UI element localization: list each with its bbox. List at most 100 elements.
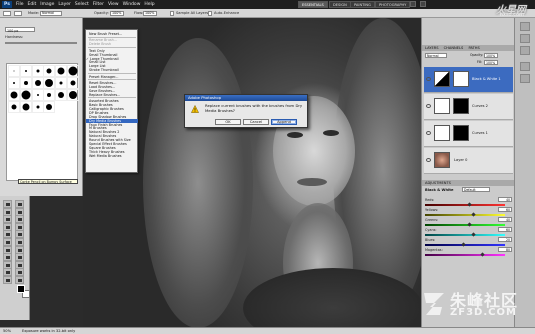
eye-icon[interactable] [426, 131, 431, 135]
adjustment-slider-row: Yellows: 60 [425, 207, 512, 217]
slider-track[interactable] [425, 204, 505, 206]
workspace-essentials[interactable]: ESSENTIALS [298, 1, 328, 8]
adjustments-panel-tab[interactable]: ADJUSTMENTS [422, 180, 515, 186]
layer-name: Curves 1 [472, 131, 488, 135]
options-bar: Mode: Normal Opacity: 100% Flow: 100% Sa… [0, 9, 535, 18]
hand-tool-icon[interactable] [3, 276, 12, 284]
brush-preset[interactable] [31, 65, 44, 77]
brush-preset[interactable] [19, 89, 32, 101]
brush-preset[interactable] [31, 101, 44, 113]
workspace-more-icon[interactable] [410, 1, 416, 7]
menu-help[interactable]: Help [144, 2, 154, 7]
brush-preset[interactable] [8, 101, 20, 113]
zoom-tool-icon[interactable] [15, 276, 24, 284]
layer-row[interactable]: Curves 1 [424, 121, 513, 147]
slider-track[interactable] [425, 254, 505, 256]
menu-item[interactable]: New Brush Preset... [89, 32, 122, 36]
brush-preset[interactable] [8, 77, 20, 89]
layer-blend-mode-select[interactable]: Normal [425, 53, 447, 58]
cs-live-icon[interactable] [420, 1, 426, 7]
brush-preset[interactable] [67, 77, 79, 89]
slider-track[interactable] [425, 214, 505, 216]
ok-button[interactable]: OK [215, 119, 241, 125]
menu-filter[interactable]: Filter [93, 2, 104, 7]
flow-input[interactable]: 100% [143, 11, 157, 16]
layer-row[interactable]: Curves 2 [424, 94, 513, 120]
slider-label: Greens: [425, 218, 439, 222]
brush-preset[interactable] [19, 77, 32, 89]
menu-item[interactable]: Stroke Thumbnail [89, 68, 119, 72]
tool-preset-picker[interactable] [3, 11, 11, 16]
eye-icon[interactable] [426, 158, 431, 162]
slider-value-input[interactable]: 80 [498, 247, 512, 252]
cancel-button[interactable]: Cancel [243, 119, 269, 125]
brush-preset[interactable] [55, 65, 68, 77]
brush-preset[interactable] [43, 101, 56, 113]
curves-thumbnail [434, 125, 450, 141]
layer-fill-input[interactable]: 100% [484, 60, 498, 65]
brush-preset-picker[interactable] [14, 11, 22, 16]
foreground-color-swatch[interactable] [17, 285, 25, 293]
styles-panel-icon[interactable] [520, 46, 530, 55]
menu-item[interactable]: Replace Brushes... [89, 93, 120, 97]
tab-paths[interactable]: PATHS [468, 46, 479, 50]
eye-icon[interactable] [426, 77, 431, 81]
menu-layer[interactable]: Layer [58, 2, 71, 7]
brush-preset[interactable] [8, 89, 20, 101]
history-panel-icon[interactable] [520, 62, 530, 71]
workspace-painting[interactable]: PAINTING [350, 1, 375, 8]
brush-preset[interactable] [31, 77, 44, 89]
tab-layers[interactable]: LAYERS [425, 46, 439, 50]
brush-preset[interactable] [19, 101, 32, 113]
sample-all-checkbox[interactable] [170, 11, 174, 16]
menu-file[interactable]: File [16, 2, 24, 7]
slider-value-input[interactable]: 40 [498, 197, 512, 202]
flow-label: Flow: [134, 11, 144, 15]
menu-item[interactable]: Preset Manager... [89, 75, 118, 79]
brush-preset[interactable] [43, 65, 56, 77]
menu-window[interactable]: Window [123, 2, 141, 7]
dialog-title: Adobe Photoshop [185, 95, 307, 101]
zoom-level: 50% [3, 329, 11, 333]
brush-preset[interactable] [43, 77, 56, 89]
swatches-panel-icon[interactable] [520, 34, 530, 43]
slider-value-input[interactable]: 20 [498, 237, 512, 242]
workspace-photography[interactable]: PHOTOGRAPHY [375, 1, 411, 8]
workspace-design[interactable]: DESIGN [329, 1, 351, 8]
slider-value-input[interactable]: 60 [498, 227, 512, 232]
actions-panel-icon[interactable] [520, 74, 530, 83]
layer-row[interactable]: Layer 0 [424, 148, 513, 174]
menu-item[interactable]: Wet Media Brushes [89, 154, 122, 158]
slider-track[interactable] [425, 224, 505, 226]
brush-preset[interactable] [55, 77, 68, 89]
brush-preset[interactable] [19, 65, 32, 77]
opacity-input[interactable]: 100% [110, 11, 124, 16]
brush-preset[interactable] [31, 89, 44, 101]
hardness-slider[interactable] [5, 42, 77, 44]
color-panel-icon[interactable] [520, 22, 530, 31]
brush-preset[interactable] [43, 89, 56, 101]
adjustment-preset-select[interactable]: Default [462, 187, 490, 192]
slider-track[interactable] [425, 234, 505, 236]
auto-enhance-checkbox[interactable] [208, 11, 212, 16]
menu-image[interactable]: Image [40, 2, 54, 7]
slider-label: Blues: [425, 238, 436, 242]
slider-value-input[interactable]: 60 [498, 207, 512, 212]
layer-opacity-input[interactable]: 100% [484, 53, 498, 58]
menu-edit[interactable]: Edit [28, 2, 37, 7]
adjustment-thumbnail [434, 71, 450, 87]
brush-preset[interactable] [55, 89, 68, 101]
brush-size-input[interactable]: 100 px [5, 27, 35, 33]
append-button[interactable]: Append [271, 119, 297, 125]
brush-preset[interactable] [67, 65, 79, 77]
menu-select[interactable]: Select [75, 2, 89, 7]
eye-icon[interactable] [426, 104, 431, 108]
slider-value-input[interactable]: 40 [498, 217, 512, 222]
menu-view[interactable]: View [108, 2, 119, 7]
layer-row[interactable]: Black & White 1 [424, 67, 513, 93]
brush-preset[interactable] [8, 65, 20, 77]
tab-channels[interactable]: CHANNELS [444, 46, 464, 50]
mode-select[interactable]: Normal [40, 11, 62, 16]
eye-right [323, 130, 339, 136]
brush-preset[interactable] [67, 89, 79, 101]
